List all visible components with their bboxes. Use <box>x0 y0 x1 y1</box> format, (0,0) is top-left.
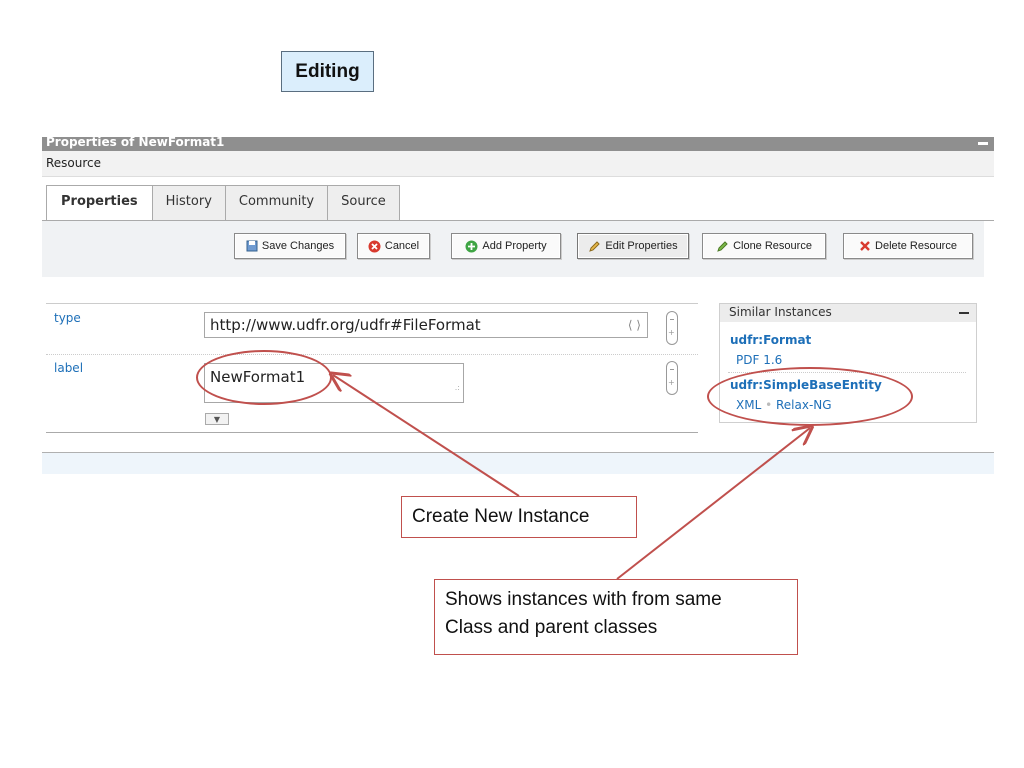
callout-line-2: Class and parent classes <box>445 617 658 638</box>
create-instance-callout: Create New Instance <box>401 496 637 538</box>
similar-instances-callout: Shows instances with from same Class and… <box>434 579 798 655</box>
callout-line-1: Shows instances with from same <box>445 589 722 610</box>
arrow-to-similar <box>616 428 810 580</box>
arrow-to-label <box>333 375 520 497</box>
